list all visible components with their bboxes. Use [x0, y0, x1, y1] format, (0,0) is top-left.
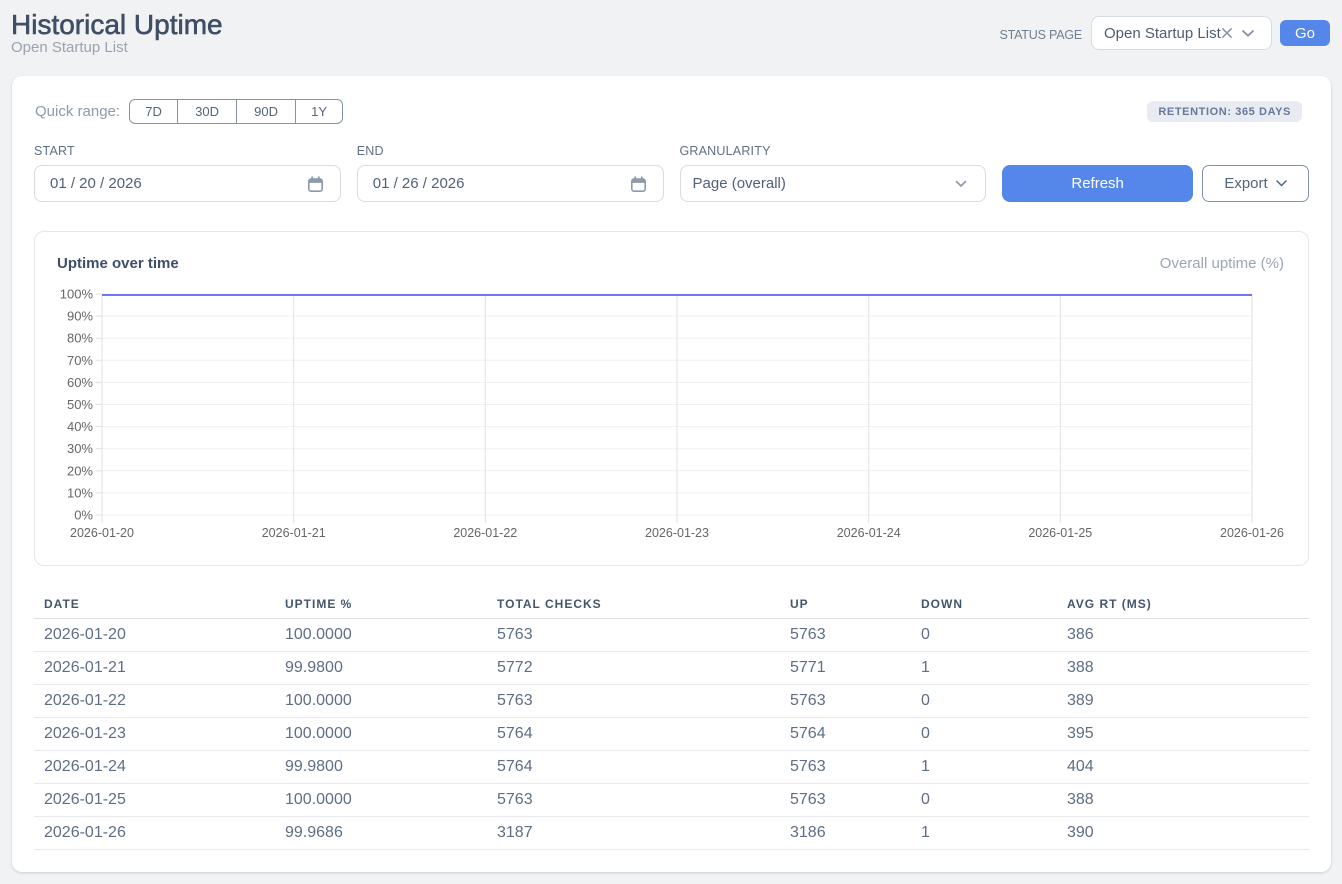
svg-text:20%: 20%: [67, 463, 93, 478]
svg-text:2026-01-26: 2026-01-26: [1220, 526, 1284, 540]
svg-text:2026-01-20: 2026-01-20: [70, 526, 134, 540]
svg-text:90%: 90%: [67, 309, 93, 324]
svg-text:40%: 40%: [67, 419, 93, 434]
svg-text:2026-01-23: 2026-01-23: [645, 526, 709, 540]
svg-text:60%: 60%: [67, 375, 93, 390]
svg-text:80%: 80%: [67, 331, 93, 346]
svg-text:2026-01-21: 2026-01-21: [262, 526, 326, 540]
svg-text:0%: 0%: [74, 508, 93, 523]
svg-text:10%: 10%: [67, 485, 93, 500]
svg-text:2026-01-24: 2026-01-24: [837, 526, 901, 540]
svg-text:70%: 70%: [67, 353, 93, 368]
svg-text:100%: 100%: [60, 287, 94, 302]
svg-text:2026-01-22: 2026-01-22: [453, 526, 517, 540]
svg-text:30%: 30%: [67, 441, 93, 456]
svg-text:50%: 50%: [67, 397, 93, 412]
svg-text:2026-01-25: 2026-01-25: [1028, 526, 1092, 540]
